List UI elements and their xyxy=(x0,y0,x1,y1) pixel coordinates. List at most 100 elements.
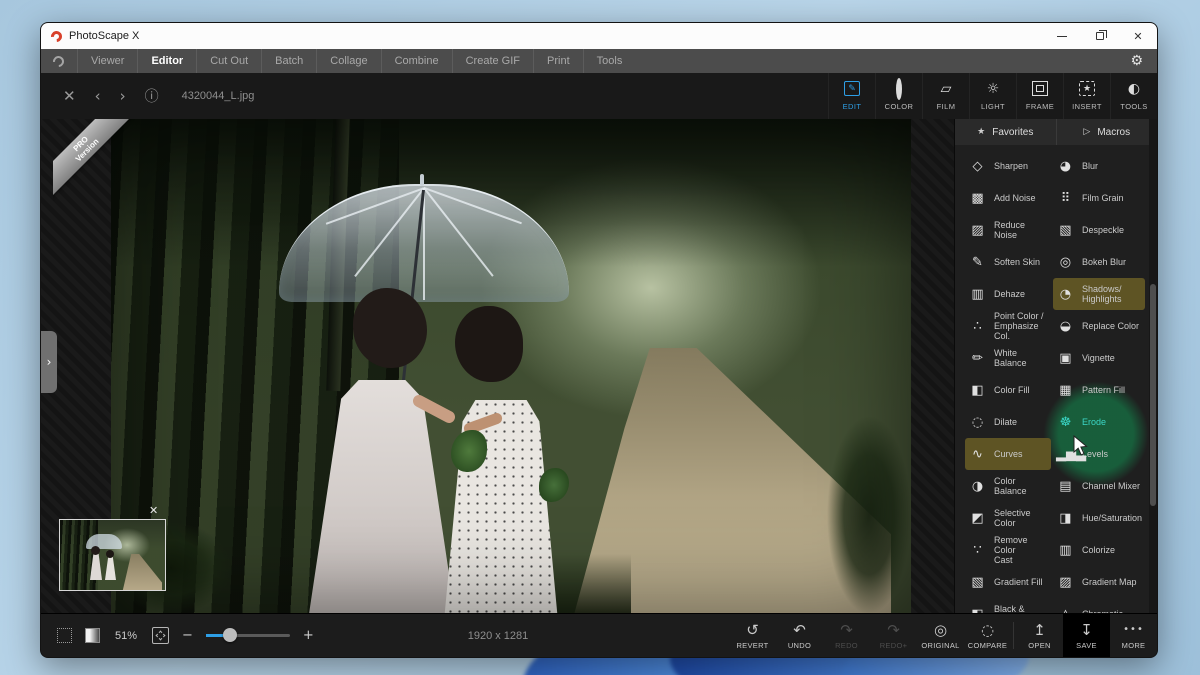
filter-pattern-fill[interactable]: ▦Pattern Fill xyxy=(1053,374,1145,406)
navigator-close-icon[interactable]: ✕ xyxy=(149,504,158,517)
filter-color-fill[interactable]: ◧Color Fill xyxy=(965,374,1051,406)
filter-vignette[interactable]: ▣Vignette xyxy=(1053,342,1145,374)
undo-button[interactable]: ↶ UNDO xyxy=(776,614,823,657)
filter-gradient-map[interactable]: ▨Gradient Map xyxy=(1053,566,1145,598)
panel-header: ★ Favorites ▷ Macros xyxy=(955,119,1157,145)
blur-icon: ◕ xyxy=(1056,157,1075,176)
revert-button[interactable]: ↺ REVERT xyxy=(729,614,776,657)
compare-button[interactable]: ◌ COMPARE xyxy=(964,614,1011,657)
navigator-thumbnail[interactable] xyxy=(59,519,166,591)
zoom-in-icon[interactable]: + xyxy=(303,628,314,643)
next-image-icon[interactable]: › xyxy=(120,87,126,105)
film-icon: ▱ xyxy=(941,81,952,98)
filter-bokeh-blur[interactable]: ◎Bokeh Blur xyxy=(1053,246,1145,278)
dehaze-icon: ▥ xyxy=(968,285,987,304)
image-info-icon[interactable]: ⓘ xyxy=(145,86,159,106)
filter-curves[interactable]: ∿Curves xyxy=(965,438,1051,470)
favorites-button[interactable]: ★ Favorites xyxy=(955,119,1056,145)
bokeh-blur-icon: ◎ xyxy=(1056,253,1075,272)
shadows-highlights-icon: ◔ xyxy=(1056,285,1075,304)
previous-image-icon[interactable]: ‹ xyxy=(95,87,101,105)
menu-editor[interactable]: Editor xyxy=(137,49,196,73)
gradient-map-icon: ▨ xyxy=(1056,573,1075,592)
menu-combine[interactable]: Combine xyxy=(381,49,452,73)
toolbar: ✕ ‹ › ⓘ 4320044_L.jpg ✎ EDIT COLOR ▱ FIL… xyxy=(41,73,1157,119)
filter-film-grain[interactable]: ⠿Film Grain xyxy=(1053,182,1145,214)
close-image-icon[interactable]: ✕ xyxy=(63,87,76,105)
menu-tools[interactable]: Tools xyxy=(583,49,636,73)
filter-remove-color-cast[interactable]: ∵Remove Color Cast xyxy=(965,534,1051,566)
star-icon: ★ xyxy=(977,127,985,137)
settings-gear-icon[interactable]: ⚙ xyxy=(1130,53,1143,69)
channel-mixer-icon: ▤ xyxy=(1056,477,1075,496)
menu-creategif[interactable]: Create GIF xyxy=(452,49,533,73)
background-color-toggle-icon[interactable] xyxy=(85,628,100,643)
filter-sharpen[interactable]: ◇Sharpen xyxy=(965,150,1051,182)
dilate-icon: ◌ xyxy=(968,413,987,432)
redo-plus-button[interactable]: ↷ REDO+ xyxy=(870,614,917,657)
replace-color-icon: ◒ xyxy=(1056,317,1075,336)
menu-collage[interactable]: Collage xyxy=(316,49,380,73)
panel-scrollbar[interactable] xyxy=(1149,119,1157,613)
selection-marquee-icon[interactable] xyxy=(57,628,72,643)
close-button[interactable]: ✕ xyxy=(1119,23,1157,49)
more-button[interactable]: ••• MORE xyxy=(1110,614,1157,657)
reduce-noise-icon: ▨ xyxy=(968,221,987,240)
menu-print[interactable]: Print xyxy=(533,49,583,73)
zoom-slider[interactable] xyxy=(206,634,290,637)
filter-dilate[interactable]: ◌Dilate xyxy=(965,406,1051,438)
filter-selective-color[interactable]: ◩Selective Color xyxy=(965,502,1051,534)
original-button[interactable]: ◎ ORIGINAL xyxy=(917,614,964,657)
menu-cutout[interactable]: Cut Out xyxy=(196,49,261,73)
minimize-button[interactable] xyxy=(1043,23,1081,49)
filter-hue-saturation[interactable]: ◨Hue/Saturation xyxy=(1053,502,1145,534)
fit-to-window-icon[interactable] xyxy=(152,627,169,644)
filter-channel-mixer[interactable]: ▤Channel Mixer xyxy=(1053,470,1145,502)
macros-button[interactable]: ▷ Macros xyxy=(1056,119,1158,145)
filter-dehaze[interactable]: ▥Dehaze xyxy=(965,278,1051,310)
photo-image[interactable] xyxy=(111,119,911,613)
filter-erode[interactable]: ☸Erode xyxy=(1053,406,1145,438)
window-controls: ✕ xyxy=(1043,23,1157,49)
filter-shadows-highlights[interactable]: ◔Shadows/ Highlights xyxy=(1053,278,1145,310)
filter-reduce-noise[interactable]: ▨Reduce Noise xyxy=(965,214,1051,246)
filter-black-white[interactable]: ◧Black & White xyxy=(965,598,1051,613)
menu-batch[interactable]: Batch xyxy=(261,49,316,73)
tab-frame[interactable]: FRAME xyxy=(1016,73,1063,119)
filter-color-balance[interactable]: ◑Color Balance xyxy=(965,470,1051,502)
insert-star-icon: ★ xyxy=(1079,81,1095,96)
menubar: Viewer Editor Cut Out Batch Collage Comb… xyxy=(41,49,1157,73)
black-white-icon: ◧ xyxy=(968,605,987,614)
separator xyxy=(1013,622,1014,649)
tab-film[interactable]: ▱ FILM xyxy=(922,73,969,119)
open-button[interactable]: ↥ OPEN xyxy=(1016,614,1063,657)
tab-edit[interactable]: ✎ EDIT xyxy=(828,73,875,119)
menu-viewer[interactable]: Viewer xyxy=(77,49,137,73)
filter-grid: ◇Sharpen ◕Blur ▩Add Noise ⠿Film Grain ▨R… xyxy=(955,145,1157,613)
filter-point-color[interactable]: ∴Point Color / Emphasize Col. xyxy=(965,310,1051,342)
hue-saturation-icon: ◨ xyxy=(1056,509,1075,528)
redo-button[interactable]: ↷ REDO xyxy=(823,614,870,657)
filter-chromatic[interactable]: △Chromatic xyxy=(1053,598,1145,613)
tab-tools[interactable]: ◐ TOOLS xyxy=(1110,73,1157,119)
add-noise-icon: ▩ xyxy=(968,189,987,208)
save-button[interactable]: ↧ SAVE xyxy=(1063,614,1110,657)
filter-add-noise[interactable]: ▩Add Noise xyxy=(965,182,1051,214)
tab-light[interactable]: ☼ LIGHT xyxy=(969,73,1016,119)
zoom-out-icon[interactable]: − xyxy=(182,628,193,643)
filter-gradient-fill[interactable]: ▧Gradient Fill xyxy=(965,566,1051,598)
filter-soften-skin[interactable]: ✎Soften Skin xyxy=(965,246,1051,278)
left-panel-expander[interactable]: › xyxy=(41,331,57,393)
scrollbar-thumb[interactable] xyxy=(1150,284,1156,506)
filter-levels[interactable]: ▂▅▃Levels xyxy=(1053,438,1145,470)
tab-insert[interactable]: ★ INSERT xyxy=(1063,73,1110,119)
filter-blur[interactable]: ◕Blur xyxy=(1053,150,1145,182)
filter-despeckle[interactable]: ▧Despeckle xyxy=(1053,214,1145,246)
tab-color[interactable]: COLOR xyxy=(875,73,922,119)
color-balance-icon: ◑ xyxy=(968,477,987,496)
filter-replace-color[interactable]: ◒Replace Color xyxy=(1053,310,1145,342)
filter-colorize[interactable]: ▥Colorize xyxy=(1053,534,1145,566)
filter-white-balance[interactable]: ✏White Balance xyxy=(965,342,1051,374)
zoom-slider-handle[interactable] xyxy=(223,628,237,642)
restore-button[interactable] xyxy=(1081,23,1119,49)
